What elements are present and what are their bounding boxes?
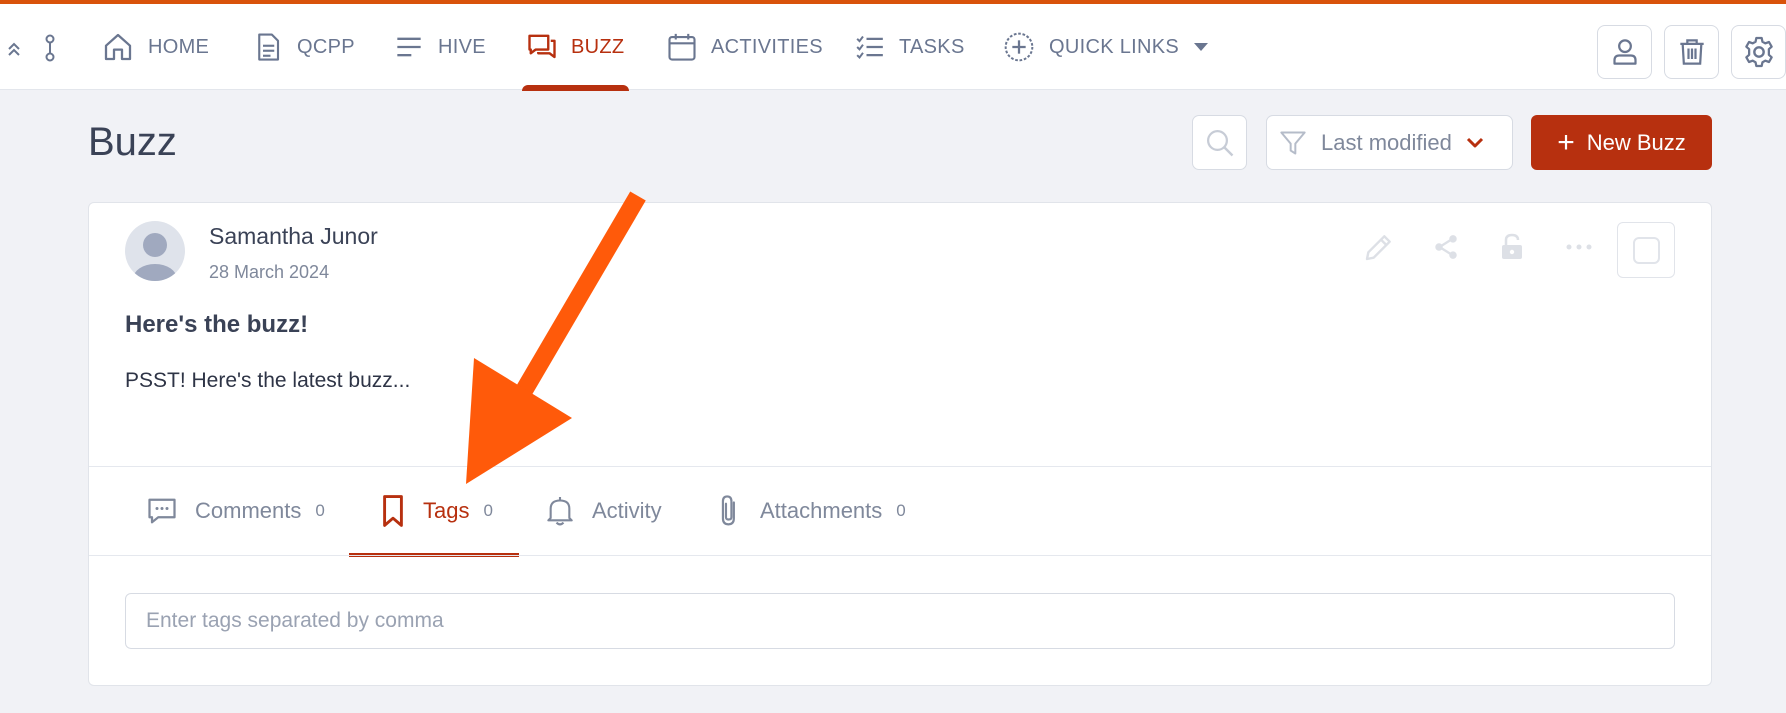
tab-tags-label: Tags bbox=[423, 498, 470, 523]
sort-dropdown[interactable]: Last modified bbox=[1266, 115, 1513, 170]
tab-activity[interactable]: Activity bbox=[546, 467, 662, 555]
tab-tags[interactable]: Tags 0 bbox=[349, 467, 519, 557]
new-buzz-button[interactable]: + New Buzz bbox=[1531, 115, 1712, 170]
user-icon bbox=[1612, 39, 1637, 65]
tab-attachments-label: Attachments bbox=[760, 498, 883, 523]
bookmark-icon bbox=[383, 495, 403, 527]
post-body: PSST! Here's the latest buzz... bbox=[125, 369, 411, 392]
active-nav-indicator bbox=[522, 85, 630, 91]
plus-circle-icon bbox=[1004, 32, 1034, 62]
trash-button[interactable] bbox=[1664, 25, 1719, 79]
sort-dropdown-label: Last modified bbox=[1321, 129, 1452, 155]
nav-quick-links[interactable]: QUICK LINKS bbox=[1003, 4, 1209, 90]
document-icon bbox=[258, 33, 280, 61]
nav-hive-label: HIVE bbox=[438, 35, 486, 58]
gear-icon bbox=[1744, 36, 1773, 68]
user-button[interactable] bbox=[1597, 25, 1652, 79]
top-navigation-bar: HOME QCPP HIVE BUZZ ACTIVITIES TASKS QUI… bbox=[0, 0, 1786, 91]
pencil-icon bbox=[1365, 235, 1391, 261]
nav-activities[interactable]: ACTIVITIES bbox=[667, 4, 823, 90]
nav-buzz[interactable]: BUZZ bbox=[522, 4, 630, 91]
nav-home[interactable]: HOME bbox=[102, 4, 209, 90]
tab-comments-count: 0 bbox=[315, 501, 325, 520]
tab-tags-count: 0 bbox=[483, 501, 493, 520]
post-author[interactable]: Samantha Junor bbox=[209, 223, 378, 250]
comment-icon bbox=[148, 498, 176, 524]
avatar-placeholder-icon bbox=[133, 233, 177, 281]
plus-icon: + bbox=[1557, 125, 1575, 159]
edit-button[interactable] bbox=[1361, 229, 1397, 265]
nav-hive[interactable]: HIVE bbox=[394, 4, 486, 90]
lock-button[interactable] bbox=[1494, 229, 1530, 265]
more-options-button[interactable] bbox=[1561, 229, 1597, 265]
tab-attachments-count: 0 bbox=[896, 501, 906, 520]
paperclip-icon bbox=[721, 495, 735, 526]
nav-home-label: HOME bbox=[148, 35, 210, 58]
search-button[interactable] bbox=[1192, 115, 1247, 170]
nav-tasks-label: TASKS bbox=[899, 35, 965, 58]
caret-down-icon bbox=[1194, 43, 1208, 51]
tags-input[interactable] bbox=[125, 593, 1675, 649]
nav-buzz-label: BUZZ bbox=[571, 35, 625, 58]
tabs-bottom-divider bbox=[89, 555, 1711, 556]
tab-attachments[interactable]: Attachments 0 bbox=[716, 467, 906, 555]
page-title: Buzz bbox=[88, 120, 177, 164]
buzz-post-card: Samantha Junor 28 March 2024 Here's the … bbox=[88, 202, 1712, 686]
nav-tasks[interactable]: TASKS bbox=[855, 4, 965, 90]
nav-qcpp[interactable]: QCPP bbox=[253, 4, 355, 90]
tab-activity-label: Activity bbox=[592, 498, 662, 523]
bell-icon bbox=[547, 497, 573, 526]
nav-quick-links-label: QUICK LINKS bbox=[1049, 35, 1179, 58]
unlock-icon bbox=[1502, 233, 1522, 259]
avatar bbox=[125, 221, 185, 281]
trash-icon bbox=[1679, 39, 1704, 65]
lines-icon bbox=[397, 37, 421, 57]
new-buzz-label: New Buzz bbox=[1586, 129, 1686, 155]
share-icon bbox=[1435, 235, 1457, 259]
share-button[interactable] bbox=[1428, 229, 1464, 265]
settings-button[interactable] bbox=[1731, 25, 1786, 79]
nav-qcpp-label: QCPP bbox=[297, 35, 355, 58]
chevron-down-icon bbox=[1466, 137, 1483, 147]
post-title: Here's the buzz! bbox=[125, 311, 309, 338]
checklist-icon bbox=[856, 35, 883, 60]
collapse-menu-control[interactable] bbox=[4, 34, 62, 70]
home-icon bbox=[104, 33, 132, 61]
tab-comments[interactable]: Comments 0 bbox=[147, 467, 325, 555]
double-chevron-up-icon bbox=[8, 34, 55, 62]
select-checkbox[interactable] bbox=[1617, 222, 1675, 278]
calendar-icon bbox=[668, 33, 696, 61]
nav-activities-label: ACTIVITIES bbox=[711, 35, 823, 58]
post-date: 28 March 2024 bbox=[209, 262, 330, 282]
search-icon bbox=[1206, 129, 1233, 156]
tab-comments-label: Comments bbox=[195, 498, 302, 523]
ellipsis-icon bbox=[1566, 244, 1592, 250]
filter-icon bbox=[1280, 131, 1306, 154]
checkbox-square bbox=[1632, 236, 1660, 264]
chat-icon bbox=[528, 34, 556, 59]
